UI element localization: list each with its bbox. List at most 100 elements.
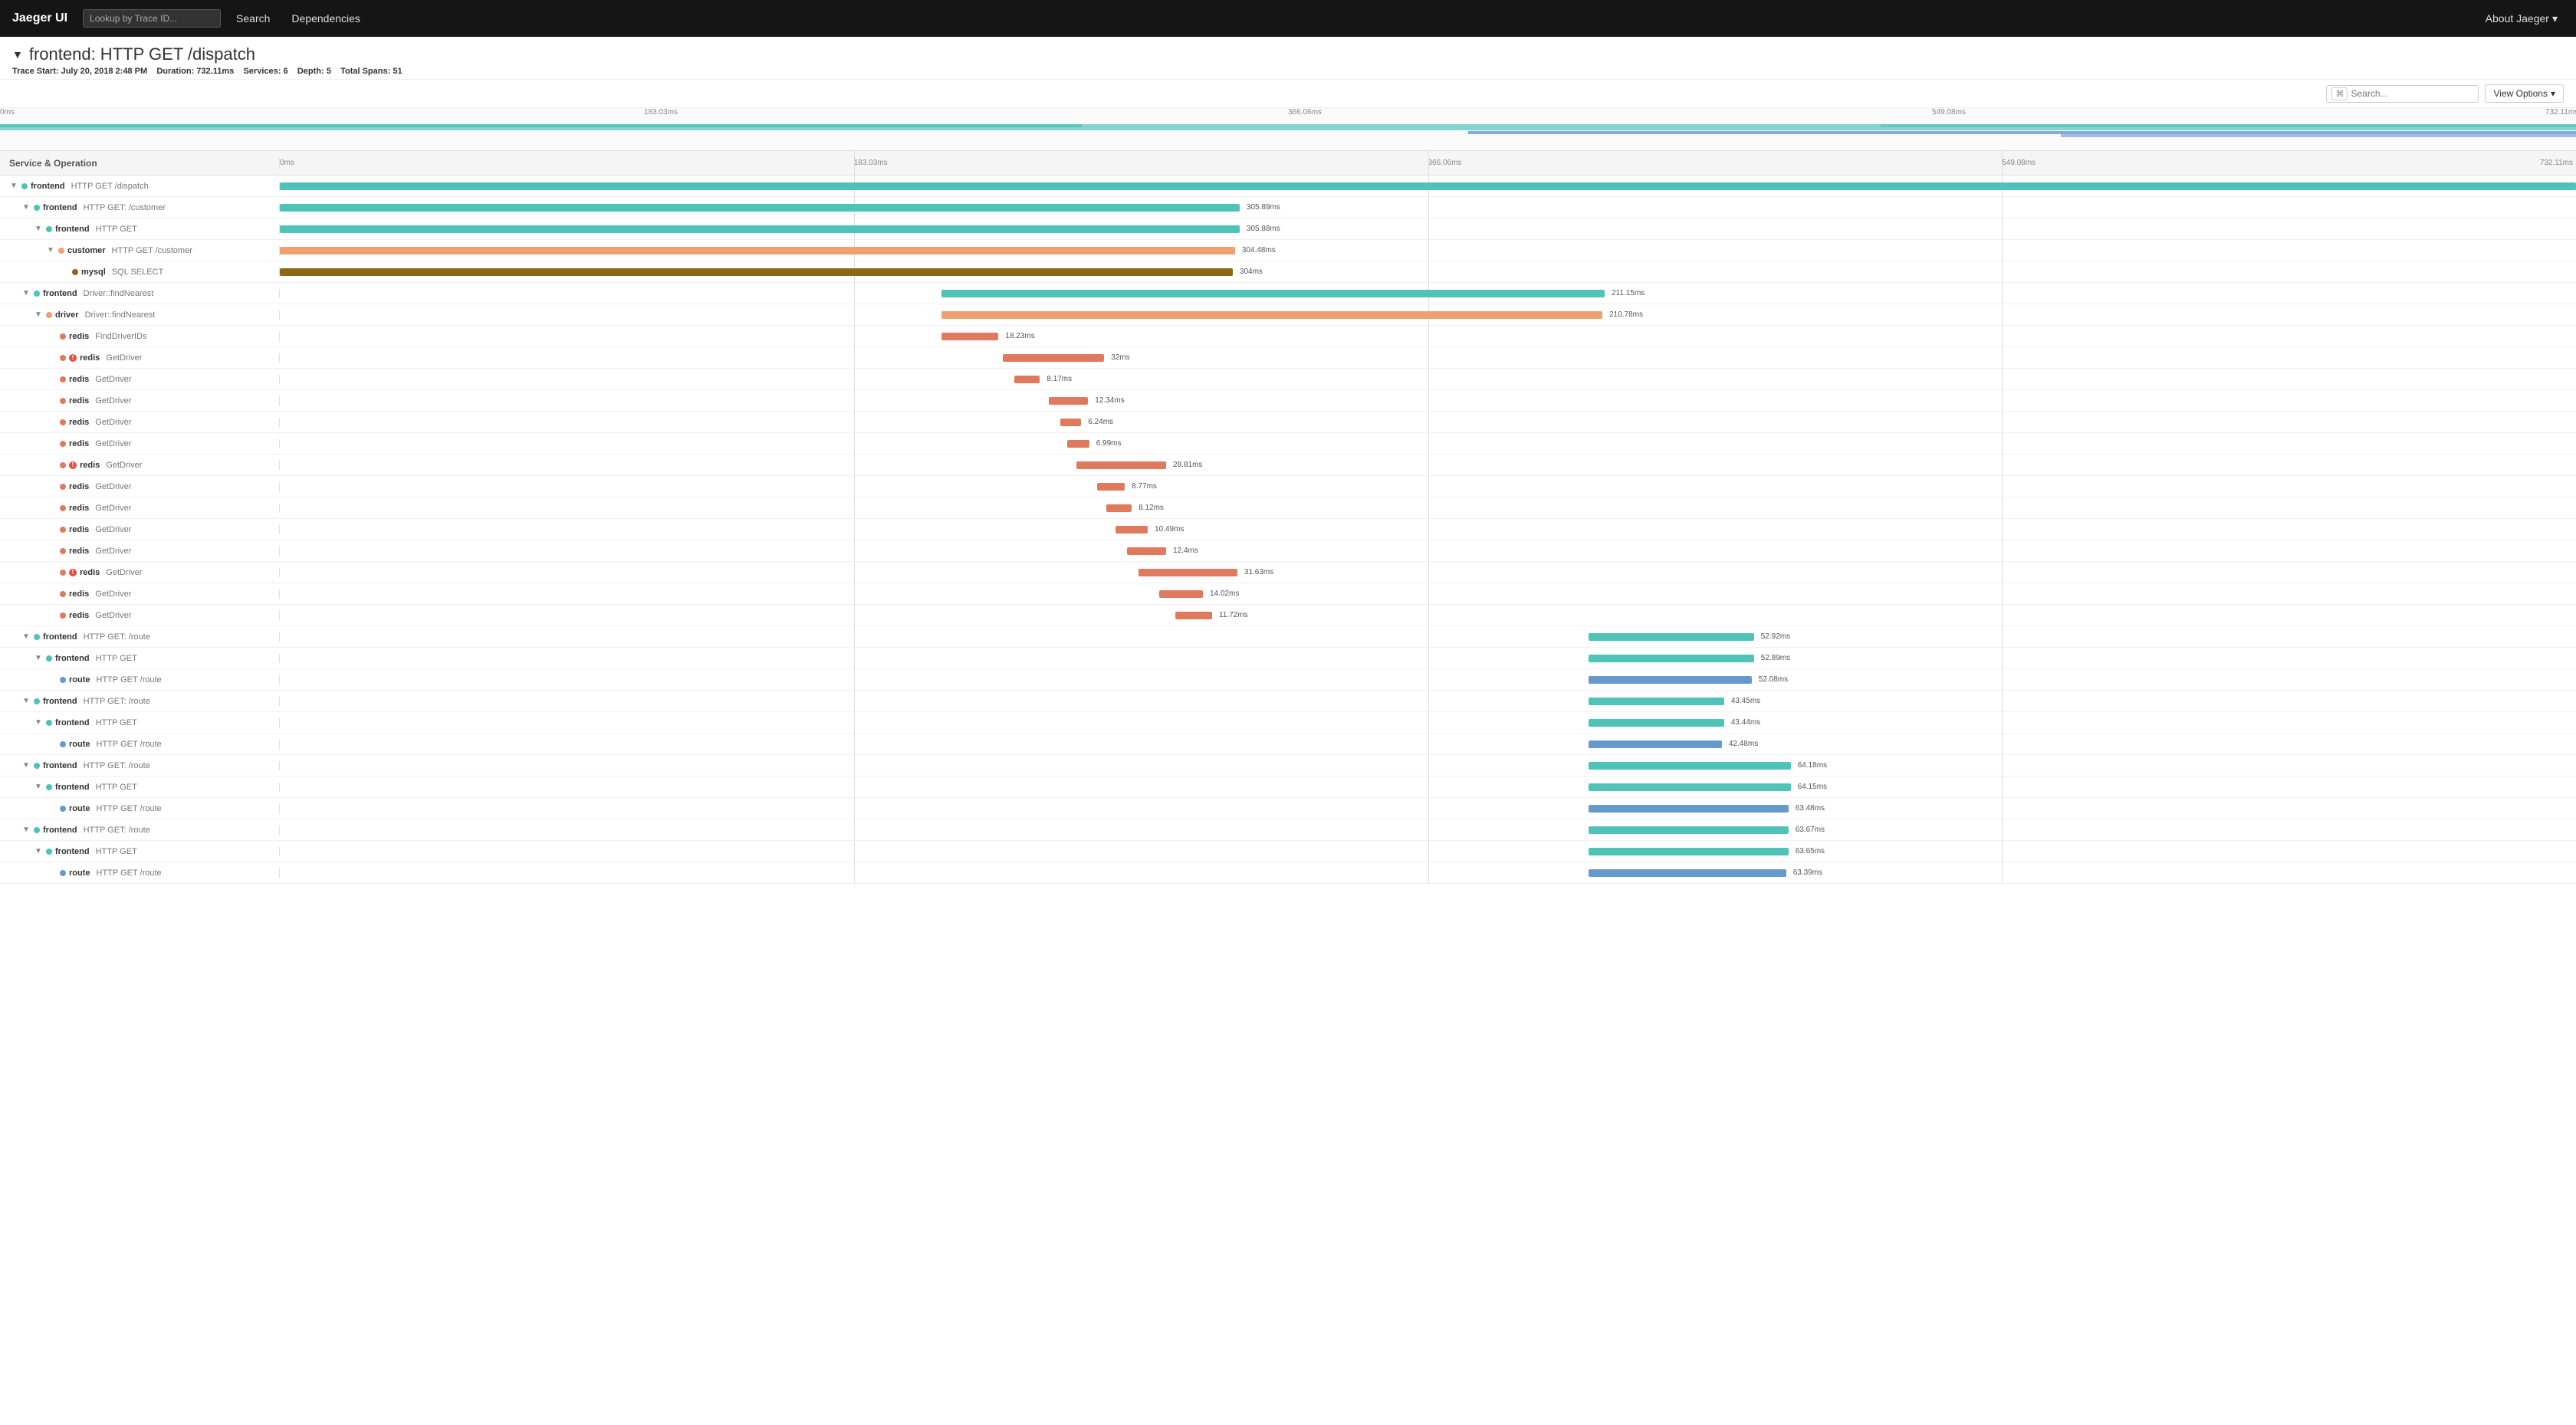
span-bar[interactable]: [1589, 869, 1786, 877]
table-row[interactable]: ▼frontendHTTP GET: /customer305.89ms: [0, 197, 2576, 218]
span-bar-area: 64.18ms: [280, 755, 2576, 776]
table-row[interactable]: routeHTTP GET /route63.39ms: [0, 862, 2576, 884]
span-bar[interactable]: [280, 204, 1240, 212]
expand-button[interactable]: ▼: [46, 246, 55, 254]
about-button[interactable]: About Jaeger ▾: [2479, 9, 2564, 28]
span-bar[interactable]: [1060, 419, 1081, 426]
expand-button[interactable]: ▼: [34, 783, 43, 791]
span-bar-area: 210.78ms: [280, 304, 2576, 325]
expand-button[interactable]: ▼: [34, 225, 43, 233]
span-bar[interactable]: [1589, 655, 1754, 662]
table-row[interactable]: routeHTTP GET /route42.48ms: [0, 734, 2576, 755]
expand-button[interactable]: ▼: [34, 310, 43, 319]
service-color-dot: [58, 248, 64, 254]
expand-button[interactable]: ▼: [21, 697, 31, 705]
table-row[interactable]: redisGetDriver8.17ms: [0, 369, 2576, 390]
span-bar[interactable]: [1589, 633, 1754, 641]
span-bar[interactable]: [1106, 504, 1132, 512]
search-nav-button[interactable]: Search: [230, 9, 276, 28]
minimap-container[interactable]: 0ms 183.03ms 366.06ms 549.08ms 732.11ms: [0, 108, 2576, 151]
error-icon: !: [69, 461, 77, 469]
view-options-button[interactable]: View Options ▾: [2485, 84, 2564, 103]
table-row[interactable]: redisGetDriver12.34ms: [0, 390, 2576, 412]
span-bar[interactable]: [1049, 397, 1088, 405]
span-bar[interactable]: [1076, 461, 1166, 469]
span-bar[interactable]: [1589, 698, 1724, 705]
table-row[interactable]: ▼frontendHTTP GET64.15ms: [0, 777, 2576, 798]
expand-button[interactable]: ▼: [34, 718, 43, 727]
span-bar[interactable]: [941, 311, 1603, 319]
expand-button[interactable]: ▼: [21, 203, 31, 212]
timeline-tick-2: 366.06ms: [1428, 159, 1462, 167]
expand-button[interactable]: ▼: [21, 761, 31, 770]
span-bar[interactable]: [1589, 805, 1789, 813]
expand-button[interactable]: ▼: [9, 182, 18, 190]
table-row[interactable]: ▼frontendDriver::findNearest211.15ms: [0, 283, 2576, 304]
table-row[interactable]: !redisGetDriver31.63ms: [0, 562, 2576, 583]
table-row[interactable]: ▼frontendHTTP GET63.65ms: [0, 841, 2576, 862]
span-bar[interactable]: [280, 225, 1240, 233]
table-row[interactable]: mysqlSQL SELECT304ms: [0, 261, 2576, 283]
table-row[interactable]: redisGetDriver11.72ms: [0, 605, 2576, 626]
span-bar[interactable]: [280, 247, 1235, 254]
trace-search-input[interactable]: [2351, 88, 2473, 99]
table-row[interactable]: !redisGetDriver28.81ms: [0, 455, 2576, 476]
table-row[interactable]: redisGetDriver10.49ms: [0, 519, 2576, 540]
span-bar[interactable]: [941, 290, 1605, 297]
span-bar[interactable]: [1003, 354, 1104, 362]
span-label-cell: redisGetDriver: [0, 375, 280, 384]
table-row[interactable]: redisGetDriver14.02ms: [0, 583, 2576, 605]
span-bar[interactable]: [1589, 676, 1752, 684]
table-row[interactable]: redisFindDriverIDs18.23ms: [0, 326, 2576, 347]
span-bar[interactable]: [1175, 612, 1212, 619]
span-bar[interactable]: [1097, 483, 1125, 491]
table-row[interactable]: routeHTTP GET /route52.08ms: [0, 669, 2576, 691]
span-bar[interactable]: [1159, 590, 1203, 598]
table-row[interactable]: ▼frontendHTTP GET: /route64.18ms: [0, 755, 2576, 777]
span-bar[interactable]: [1014, 376, 1040, 383]
span-bar[interactable]: [280, 268, 1233, 276]
table-row[interactable]: redisGetDriver8.77ms: [0, 476, 2576, 497]
lookup-input[interactable]: [83, 9, 221, 28]
span-bar[interactable]: [1589, 783, 1791, 791]
span-bar[interactable]: [941, 333, 999, 340]
span-bar[interactable]: [1116, 526, 1148, 534]
span-bar[interactable]: [1138, 569, 1237, 576]
timeline-guide-line: [854, 669, 855, 690]
table-row[interactable]: redisGetDriver12.4ms: [0, 540, 2576, 562]
span-bar[interactable]: [1589, 826, 1789, 834]
dependencies-nav-button[interactable]: Dependencies: [285, 9, 366, 28]
table-row[interactable]: redisGetDriver6.99ms: [0, 433, 2576, 455]
span-bar[interactable]: [1589, 719, 1724, 727]
expand-button[interactable]: ▼: [34, 654, 43, 662]
table-row[interactable]: ▼frontendHTTP GET305.88ms: [0, 218, 2576, 240]
timeline-guide-line: [2002, 734, 2003, 754]
expand-button[interactable]: ▼: [34, 847, 43, 855]
table-row[interactable]: ▼driverDriver::findNearest210.78ms: [0, 304, 2576, 326]
table-row[interactable]: ▼frontendHTTP GET43.44ms: [0, 712, 2576, 734]
operation-name: GetDriver: [95, 525, 131, 534]
service-name: frontend: [43, 203, 77, 212]
expand-button[interactable]: ▼: [21, 289, 31, 297]
service-color-dot: [46, 849, 52, 855]
span-bar[interactable]: [1067, 440, 1089, 448]
table-row[interactable]: ▼frontendHTTP GET52.89ms: [0, 648, 2576, 669]
table-row[interactable]: routeHTTP GET /route63.48ms: [0, 798, 2576, 819]
table-row[interactable]: ▼frontendHTTP GET: /route52.92ms: [0, 626, 2576, 648]
span-bar[interactable]: [1589, 762, 1791, 770]
span-bar[interactable]: [1589, 848, 1789, 855]
table-row[interactable]: redisGetDriver6.24ms: [0, 412, 2576, 433]
table-row[interactable]: ▼customerHTTP GET /customer304.48ms: [0, 240, 2576, 261]
expand-button[interactable]: ▼: [21, 632, 31, 641]
minimap-tick-2: 366.06ms: [1288, 108, 1322, 117]
span-bar[interactable]: [1589, 740, 1722, 748]
span-bar[interactable]: [1127, 547, 1166, 555]
table-row[interactable]: redisGetDriver8.12ms: [0, 497, 2576, 519]
span-bar[interactable]: [280, 182, 2576, 190]
table-row[interactable]: ▼frontendHTTP GET /dispatch: [0, 176, 2576, 197]
expand-button[interactable]: ▼: [21, 826, 31, 834]
table-row[interactable]: ▼frontendHTTP GET: /route63.67ms: [0, 819, 2576, 841]
trace-expand-icon[interactable]: ▼: [12, 48, 23, 61]
table-row[interactable]: ▼frontendHTTP GET: /route43.45ms: [0, 691, 2576, 712]
table-row[interactable]: !redisGetDriver32ms: [0, 347, 2576, 369]
